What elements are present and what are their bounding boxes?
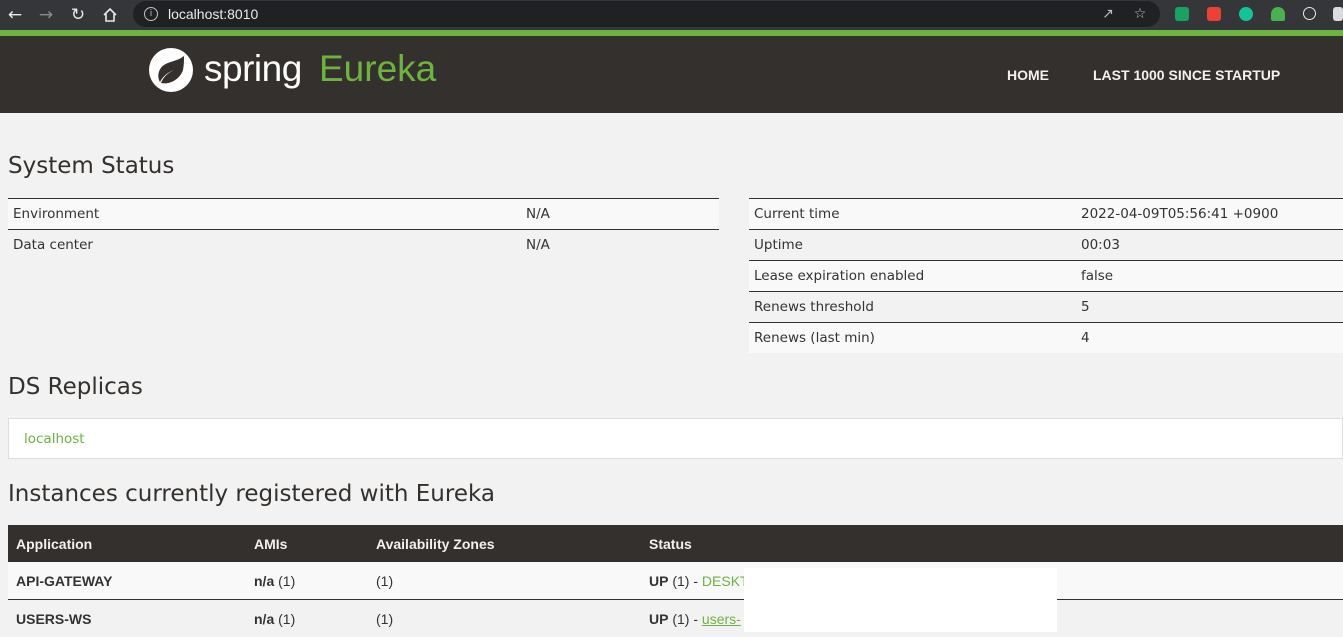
system-status-left-table: Environment N/A Data center N/A [8,198,719,260]
status-count: (1) - [672,573,698,589]
ami-value: n/a [254,611,274,627]
reload-icon[interactable]: ↻ [68,5,88,25]
column-header: Status [641,525,1343,562]
extension-icon[interactable] [1207,7,1221,21]
status-key: Lease expiration enabled [749,261,1076,292]
ami-count: (1) [278,611,295,627]
application-name: API-GATEWAY [8,562,246,600]
ami-cell: n/a (1) [246,600,368,637]
tree-extension-icon[interactable] [1271,7,1285,21]
table-row: Uptime 00:03 [749,230,1343,261]
table-row: API-GATEWAY n/a (1) (1) UP (1) - DESKT [8,562,1343,600]
brand-spring-text: spring [204,48,302,90]
status-key: Current time [749,199,1076,230]
nav-home-link[interactable]: HOME [1007,67,1049,83]
ds-replicas-heading: DS Replicas [8,374,143,400]
spring-leaf-logo-icon[interactable] [148,47,194,93]
home-icon[interactable] [100,5,120,25]
status-key: Renews (last min) [749,323,1076,354]
status-value: UP [649,611,668,627]
eureka-navbar: spring Eureka HOME LAST 1000 SINCE START… [0,36,1343,113]
application-name: USERS-WS [8,600,246,637]
bookmark-star-icon[interactable]: ☆ [1131,5,1149,23]
status-value: UP [649,573,668,589]
table-row: Environment N/A [8,199,719,230]
ami-count: (1) [278,573,295,589]
status-key: Environment [8,199,521,230]
status-count: (1) - [672,611,698,627]
table-row: Renews (last min) 4 [749,323,1343,354]
table-row: Data center N/A [8,230,719,261]
system-status-right-table: Current time 2022-04-09T05:56:41 +0900 U… [749,198,1343,353]
table-row: USERS-WS n/a (1) (1) UP (1) - users- [8,600,1343,637]
site-info-icon[interactable]: i [144,7,158,21]
status-key: Data center [8,230,521,261]
table-header-row: Application AMIs Availability Zones Stat… [8,525,1343,562]
status-value: N/A [521,230,719,261]
status-value: 4 [1076,323,1343,354]
system-status-heading: System Status [8,153,174,179]
column-header: AMIs [246,525,368,562]
status-value: 00:03 [1076,230,1343,261]
status-key: Uptime [749,230,1076,261]
instance-link[interactable]: DESKT [702,573,749,589]
column-header: Availability Zones [368,525,641,562]
grammarly-icon[interactable] [1239,7,1253,21]
instances-heading: Instances currently registered with Eure… [8,481,495,507]
react-devtools-icon[interactable] [1303,7,1316,20]
instance-link[interactable]: users- [702,611,741,627]
forward-arrow-icon[interactable]: → [36,5,56,25]
table-row: Current time 2022-04-09T05:56:41 +0900 [749,199,1343,230]
brand-eureka-text: Eureka [319,48,436,90]
redaction-overlay [744,568,1057,632]
share-icon[interactable]: ↗ [1099,5,1117,23]
status-value: 5 [1076,292,1343,323]
status-value: N/A [521,199,719,230]
ami-cell: n/a (1) [246,562,368,600]
zones-cell: (1) [368,562,641,600]
status-value: false [1076,261,1343,292]
table-row: Lease expiration enabled false [749,261,1343,292]
column-header: Application [8,525,246,562]
url-text[interactable]: localhost:8010 [168,6,258,22]
nav-last-1000-link[interactable]: LAST 1000 SINCE STARTUP [1093,67,1280,83]
back-arrow-icon[interactable]: ← [5,5,25,25]
ami-value: n/a [254,573,274,589]
status-value: 2022-04-09T05:56:41 +0900 [1076,199,1343,230]
extension-icon[interactable] [1175,7,1189,21]
ds-replicas-list: localhost [8,418,1343,459]
browser-toolbar: ← → ↻ i localhost:8010 ↗ ☆ [0,0,1343,30]
replica-link[interactable]: localhost [24,431,85,447]
status-key: Renews threshold [749,292,1076,323]
instances-table: Application AMIs Availability Zones Stat… [8,525,1343,637]
puzzle-extensions-icon[interactable] [1333,7,1343,21]
zones-cell: (1) [368,600,641,637]
table-row: Renews threshold 5 [749,292,1343,323]
address-bar[interactable]: i localhost:8010 ↗ ☆ [133,1,1160,27]
